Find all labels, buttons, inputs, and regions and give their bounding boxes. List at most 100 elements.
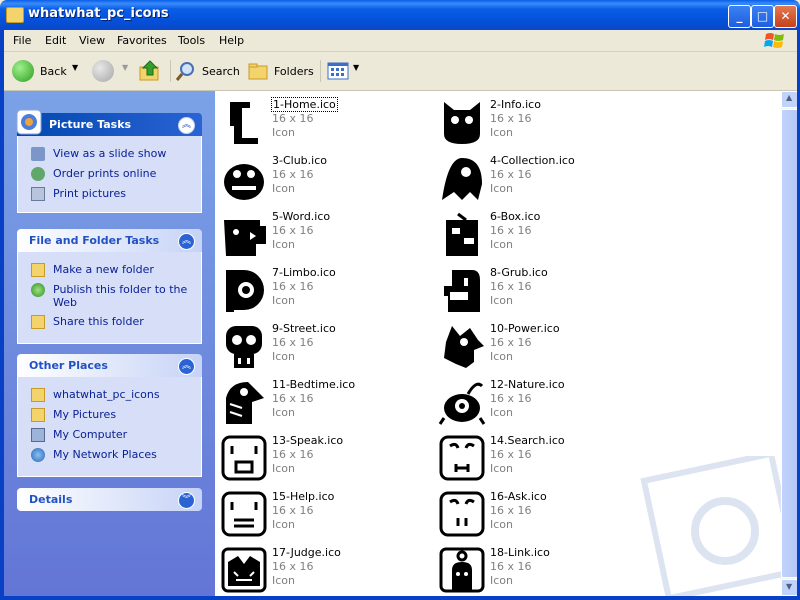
file-name[interactable]: 17-Judge.ico bbox=[272, 546, 341, 559]
file-item-speak[interactable]: 13-Speak.ico 16 x 16 Icon bbox=[218, 432, 428, 484]
menu-view[interactable]: View bbox=[79, 34, 105, 47]
file-name[interactable]: 5-Word.ico bbox=[272, 210, 330, 223]
file-size: 16 x 16 bbox=[490, 392, 532, 405]
file-name[interactable]: 3-Club.ico bbox=[272, 154, 327, 167]
task-publish-web[interactable]: Publish this folder to the Web bbox=[18, 280, 201, 312]
file-size: 16 x 16 bbox=[490, 280, 532, 293]
network-places-icon bbox=[31, 448, 45, 462]
task-slide-show[interactable]: View as a slide show bbox=[18, 144, 201, 164]
file-name[interactable]: 4-Collection.ico bbox=[490, 154, 575, 167]
search-button[interactable]: Search bbox=[174, 59, 240, 83]
file-name[interactable]: 16-Ask.ico bbox=[490, 490, 547, 503]
file-size: 16 x 16 bbox=[272, 168, 314, 181]
views-button[interactable]: ▼ bbox=[326, 59, 362, 83]
file-type: Icon bbox=[490, 126, 513, 139]
file-item-power[interactable]: 10-Power.ico 16 x 16 Icon bbox=[436, 320, 646, 372]
file-type: Icon bbox=[490, 574, 513, 587]
scroll-thumb[interactable] bbox=[781, 109, 798, 578]
place-label[interactable]: My Computer bbox=[53, 428, 127, 441]
file-name[interactable]: 12-Nature.ico bbox=[490, 378, 565, 391]
file-item-club[interactable]: 3-Club.ico 16 x 16 Icon bbox=[218, 152, 428, 204]
menu-help[interactable]: Help bbox=[219, 34, 244, 47]
collapse-chevron-icon[interactable]: ︽ bbox=[178, 233, 195, 250]
file-item-ask[interactable]: 16-Ask.ico 16 x 16 Icon bbox=[436, 488, 646, 540]
forward-button[interactable]: ▼ bbox=[90, 59, 132, 83]
menu-file[interactable]: File bbox=[13, 34, 31, 47]
window-frame-bottom bbox=[0, 596, 800, 600]
file-item-help[interactable]: 15-Help.ico 16 x 16 Icon bbox=[218, 488, 428, 540]
file-size: 16 x 16 bbox=[272, 448, 314, 461]
task-label[interactable]: Publish this folder to the Web bbox=[53, 283, 187, 309]
file-name[interactable]: 6-Box.ico bbox=[490, 210, 540, 223]
chevron-down-icon[interactable]: ▼ bbox=[353, 63, 359, 72]
minimize-button[interactable]: _ bbox=[728, 5, 751, 28]
file-name[interactable]: 1-Home.ico bbox=[271, 97, 338, 112]
expand-chevron-icon[interactable]: ︾ bbox=[178, 492, 195, 509]
place-whatwhat-folder[interactable]: whatwhat_pc_icons bbox=[18, 385, 201, 405]
file-name[interactable]: 10-Power.ico bbox=[490, 322, 560, 335]
file-name[interactable]: 13-Speak.ico bbox=[272, 434, 343, 447]
task-label[interactable]: Order prints online bbox=[53, 167, 156, 180]
file-name[interactable]: 18-Link.ico bbox=[490, 546, 550, 559]
place-label[interactable]: whatwhat_pc_icons bbox=[53, 388, 160, 401]
collapse-chevron-icon[interactable]: ︽ bbox=[178, 117, 195, 134]
file-item-nature[interactable]: 12-Nature.ico 16 x 16 Icon bbox=[436, 376, 646, 428]
picture-tasks-body: View as a slide show Order prints online… bbox=[17, 136, 202, 213]
scroll-down-button[interactable]: ▼ bbox=[781, 579, 798, 596]
chevron-down-icon[interactable]: ▼ bbox=[72, 63, 78, 72]
scroll-up-button[interactable]: ▲ bbox=[781, 91, 798, 108]
file-item-judge[interactable]: 17-Judge.ico 16 x 16 Icon bbox=[218, 544, 428, 596]
picture-tasks-header[interactable]: Picture Tasks ︽ bbox=[16, 109, 202, 136]
other-places-panel: Other Places ︽ whatwhat_pc_icons My Pict… bbox=[17, 354, 202, 477]
task-order-prints[interactable]: Order prints online bbox=[18, 164, 201, 184]
task-label[interactable]: View as a slide show bbox=[53, 147, 166, 160]
file-item-grub[interactable]: 8-Grub.ico 16 x 16 Icon bbox=[436, 264, 646, 316]
close-button[interactable]: ✕ bbox=[774, 5, 797, 28]
place-label[interactable]: My Network Places bbox=[53, 448, 157, 461]
details-header[interactable]: Details ︾ bbox=[17, 488, 202, 511]
menu-edit[interactable]: Edit bbox=[45, 34, 66, 47]
file-name[interactable]: 15-Help.ico bbox=[272, 490, 334, 503]
other-places-header[interactable]: Other Places ︽ bbox=[17, 354, 202, 377]
file-name[interactable]: 7-Limbo.ico bbox=[272, 266, 336, 279]
file-item-bedtime[interactable]: 11-Bedtime.ico 16 x 16 Icon bbox=[218, 376, 428, 428]
file-item-home[interactable]: 1-Home.ico 16 x 16 Icon bbox=[218, 96, 428, 148]
chevron-down-icon[interactable]: ▼ bbox=[122, 63, 128, 72]
menu-tools[interactable]: Tools bbox=[178, 34, 205, 47]
task-label[interactable]: Make a new folder bbox=[53, 263, 154, 276]
file-type: Icon bbox=[272, 574, 295, 587]
file-item-limbo[interactable]: 7-Limbo.ico 16 x 16 Icon bbox=[218, 264, 428, 316]
file-name[interactable]: 9-Street.ico bbox=[272, 322, 336, 335]
place-my-computer[interactable]: My Computer bbox=[18, 425, 201, 445]
file-name[interactable]: 2-Info.ico bbox=[490, 98, 541, 111]
file-item-info[interactable]: 2-Info.ico 16 x 16 Icon bbox=[436, 96, 646, 148]
file-item-collection[interactable]: 4-Collection.ico 16 x 16 Icon bbox=[436, 152, 646, 204]
collapse-chevron-icon[interactable]: ︽ bbox=[178, 358, 195, 375]
file-name[interactable]: 8-Grub.ico bbox=[490, 266, 548, 279]
maximize-button[interactable]: □ bbox=[751, 5, 774, 28]
file-folder-tasks-header[interactable]: File and Folder Tasks ︽ bbox=[17, 229, 202, 252]
task-label[interactable]: Share this folder bbox=[53, 315, 144, 328]
folders-icon bbox=[248, 63, 268, 80]
task-label[interactable]: Print pictures bbox=[53, 187, 126, 200]
place-my-network[interactable]: My Network Places bbox=[18, 445, 201, 465]
file-name[interactable]: 11-Bedtime.ico bbox=[272, 378, 355, 391]
file-item-link[interactable]: 18-Link.ico 16 x 16 Icon bbox=[436, 544, 646, 596]
file-item-street[interactable]: 9-Street.ico 16 x 16 Icon bbox=[218, 320, 428, 372]
task-share-folder[interactable]: Share this folder bbox=[18, 312, 201, 332]
task-new-folder[interactable]: Make a new folder bbox=[18, 260, 201, 280]
place-label[interactable]: My Pictures bbox=[53, 408, 116, 421]
menu-favorites[interactable]: Favorites bbox=[117, 34, 167, 47]
title-bar[interactable]: whatwhat_pc_icons _ □ ✕ bbox=[0, 0, 800, 30]
back-button[interactable]: Back ▼ bbox=[10, 59, 82, 83]
file-item-word[interactable]: 5-Word.ico 16 x 16 Icon bbox=[218, 208, 428, 260]
folders-button[interactable]: Folders bbox=[246, 59, 314, 83]
my-computer-icon bbox=[31, 428, 45, 442]
file-item-search[interactable]: 14.Search.ico 16 x 16 Icon bbox=[436, 432, 646, 484]
file-item-box[interactable]: 6-Box.ico 16 x 16 Icon bbox=[436, 208, 646, 260]
file-name[interactable]: 14.Search.ico bbox=[490, 434, 565, 447]
place-my-pictures[interactable]: My Pictures bbox=[18, 405, 201, 425]
vertical-scrollbar[interactable]: ▲ ▼ bbox=[781, 91, 798, 596]
up-folder-button[interactable] bbox=[138, 59, 166, 83]
task-print-pictures[interactable]: Print pictures bbox=[18, 184, 201, 204]
